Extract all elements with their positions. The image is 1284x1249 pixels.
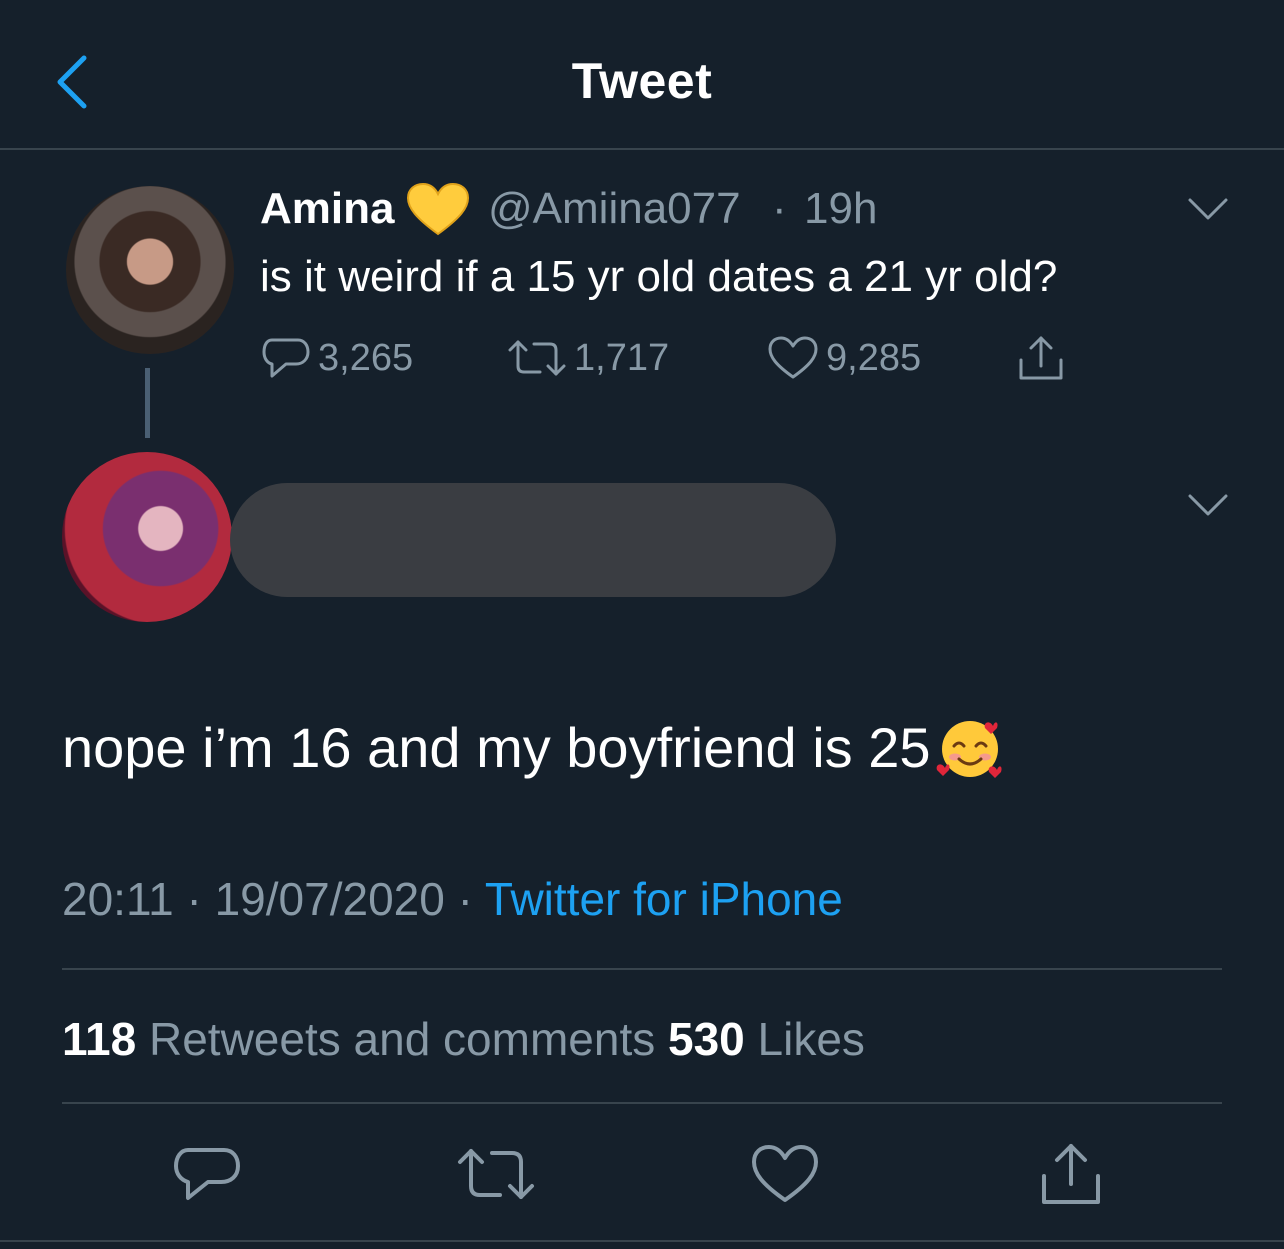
share-icon	[1019, 336, 1063, 380]
retweet-count: 1,717	[574, 336, 670, 379]
likes-label[interactable]: Likes	[745, 1013, 865, 1065]
reply-icon	[262, 338, 310, 378]
retweet-button[interactable]	[456, 1142, 534, 1206]
reply-tweet-avatar[interactable]	[62, 452, 232, 622]
header-divider	[0, 148, 1284, 150]
share-icon	[1042, 1144, 1100, 1204]
tweet-time: 20:11	[62, 873, 174, 925]
separator-dot: ·	[772, 184, 787, 233]
yellow-heart-icon	[406, 182, 470, 238]
retweet-icon	[458, 1149, 534, 1199]
reply-count: 3,265	[318, 336, 414, 379]
tweet-stats: 118 Retweets and comments 530 Likes	[62, 1012, 865, 1066]
parent-tweet-time: 19h	[804, 184, 878, 233]
thread-connector-line	[145, 368, 150, 438]
chevron-down-icon	[1188, 198, 1228, 220]
tweet-source-link[interactable]: Twitter for iPhone	[485, 873, 843, 925]
chevron-down-icon	[1188, 494, 1228, 516]
parent-tweet-menu-button[interactable]	[1186, 194, 1230, 224]
separator-dot: ·	[173, 873, 215, 925]
divider	[62, 968, 1222, 970]
reply-tweet-text-row: nope i’m 16 and my boyfriend is 25	[62, 712, 1005, 782]
parent-tweet-text: is it weird if a 15 yr old dates a 21 yr…	[260, 252, 1058, 301]
reply-button[interactable]	[172, 1142, 242, 1206]
share-button[interactable]	[1036, 1142, 1106, 1206]
parent-author-handle[interactable]: @Amiina077	[488, 184, 741, 234]
separator-dot: ·	[444, 873, 485, 925]
heart-icon	[768, 336, 818, 379]
reply-tweet-text: nope i’m 16 and my boyfriend is 25	[62, 715, 931, 779]
smiling-face-with-hearts-icon	[936, 721, 1002, 778]
like-button[interactable]	[750, 1142, 820, 1206]
tweet-date: 19/07/2020	[214, 873, 445, 925]
redacted-author-name	[230, 483, 836, 597]
retweets-count[interactable]: 118	[62, 1013, 136, 1065]
retweet-icon	[508, 340, 566, 376]
heart-icon	[752, 1145, 818, 1202]
like-count: 9,285	[826, 336, 922, 379]
divider	[0, 1240, 1284, 1242]
parent-like-button[interactable]: 9,285	[768, 334, 921, 382]
tweet-meta: 20:11 · 19/07/2020 · Twitter for iPhone	[62, 872, 843, 926]
reply-tweet-menu-button[interactable]	[1186, 490, 1230, 520]
reply-icon	[174, 1148, 240, 1200]
parent-share-button[interactable]	[1016, 334, 1074, 382]
retweets-label[interactable]: Retweets and comments	[136, 1013, 668, 1065]
parent-reply-button[interactable]: 3,265	[262, 334, 413, 382]
parent-retweet-button[interactable]: 1,717	[508, 334, 669, 382]
parent-author-name[interactable]: Amina	[260, 184, 394, 234]
page-title: Tweet	[571, 53, 713, 109]
parent-tweet-avatar[interactable]	[66, 186, 234, 354]
likes-count[interactable]: 530	[668, 1013, 745, 1065]
divider	[62, 1102, 1222, 1104]
